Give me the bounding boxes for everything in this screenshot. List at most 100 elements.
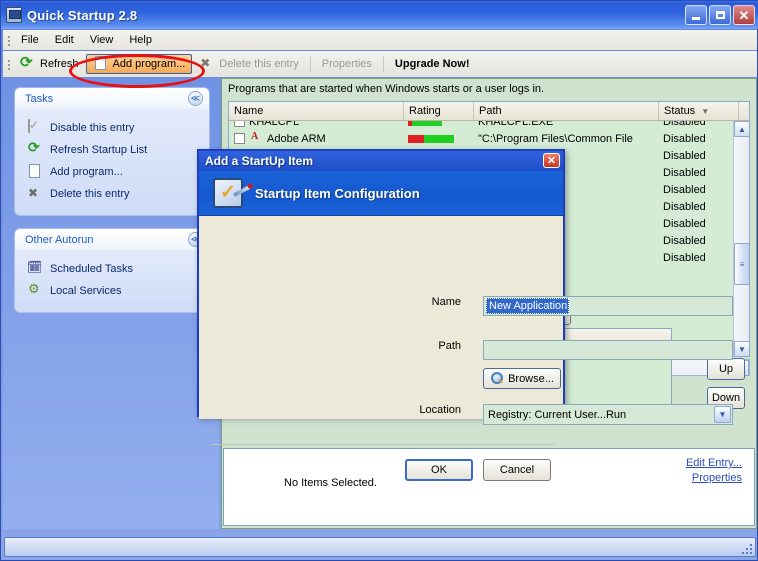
dialog-title: Add a StartUp Item [205, 154, 314, 168]
properties-link[interactable]: Properties [686, 472, 742, 484]
task-item-scheduled-tasks-label: Scheduled Tasks [50, 263, 133, 275]
cell-status: Disabled [663, 251, 706, 264]
menu-drag-grip[interactable] [5, 33, 13, 47]
cell-status: Disabled [663, 166, 706, 179]
column-header-status[interactable]: Status ▼ [659, 102, 739, 120]
task-item-scheduled-tasks[interactable]: Scheduled Tasks [15, 258, 209, 280]
scroll-down-arrow-icon[interactable]: ▼ [734, 341, 749, 357]
task-item-delete-entry[interactable]: Delete this entry [15, 183, 209, 205]
cell-status: Disabled [663, 132, 706, 145]
dialog-titlebar: Add a StartUp Item ✕ [199, 151, 563, 171]
task-item-local-services[interactable]: Local Services [15, 280, 209, 302]
cell-path: "C:\Program Files\Common File [478, 132, 633, 145]
menu-item-file[interactable]: File [13, 32, 47, 48]
row-checkbox[interactable] [234, 133, 245, 144]
cell-status: Disabled [663, 200, 706, 213]
delete-x-icon [27, 186, 43, 202]
menu-item-view[interactable]: View [82, 32, 122, 48]
column-header-rating[interactable]: Rating [404, 102, 474, 120]
table-row[interactable]: Adobe ARM "C:\Program Files\Common File Di… [229, 130, 749, 147]
row-checkbox[interactable] [234, 121, 245, 127]
location-field-label: Location [419, 404, 461, 416]
task-group-tasks-header[interactable]: Tasks ≪ [15, 88, 209, 109]
window-controls: ✕ [685, 5, 755, 25]
resize-grip-icon[interactable] [740, 542, 752, 554]
chevron-up-icon[interactable]: ≪ [188, 91, 203, 106]
cancel-button[interactable]: Cancel [483, 459, 551, 481]
chevron-down-icon[interactable]: ▼ [714, 406, 731, 423]
page-icon [93, 56, 109, 72]
close-icon: ✕ [738, 7, 750, 23]
dialog-banner-title: Startup Item Configuration [255, 185, 420, 201]
add-program-toolbar-button[interactable]: Add program... [85, 54, 193, 74]
refresh-icon [27, 139, 43, 158]
browse-button[interactable]: Browse... [483, 368, 561, 389]
list-header-row: Name Rating Path Status ▼ [229, 102, 749, 121]
column-header-path-label: Path [479, 105, 502, 117]
scroll-up-arrow-icon[interactable]: ▲ [734, 121, 749, 137]
dialog-close-button[interactable]: ✕ [543, 153, 560, 168]
checkbox-icon [27, 119, 43, 136]
list-vertical-scrollbar[interactable]: ▲ ≡ ▼ [733, 121, 749, 357]
maximize-button[interactable] [709, 5, 731, 25]
task-group-other-autorun-header[interactable]: Other Autorun ≪ [15, 229, 209, 250]
task-group-other-autorun: Other Autorun ≪ Scheduled Tasks Local Se… [15, 229, 209, 312]
column-header-rating-label: Rating [409, 105, 441, 117]
menu-bar: File Edit View Help [3, 30, 757, 50]
location-select-value: Registry: Current User...Run [488, 408, 627, 421]
cell-name-label: KHALCPL [249, 121, 300, 128]
location-select[interactable]: Registry: Current User...Run ▼ [483, 404, 733, 425]
properties-toolbar-button[interactable]: Properties [315, 54, 379, 74]
properties-button-label: Properties [321, 58, 372, 70]
toolbar: Refresh Add program... Delete this entry… [3, 51, 757, 77]
window-titlebar: Quick Startup 2.8 ✕ [1, 1, 758, 29]
name-input-value: New Application [486, 298, 570, 314]
close-button[interactable]: ✕ [733, 5, 755, 25]
menu-item-help[interactable]: Help [121, 32, 160, 48]
minimize-icon [692, 16, 700, 20]
toolbar-separator-1 [309, 56, 311, 72]
table-row[interactable]: KHALCPL KHALCPL.EXE Disabled [229, 121, 749, 130]
task-item-add-program[interactable]: Add program... [15, 161, 209, 183]
cell-status: Disabled [663, 234, 706, 247]
task-item-delete-entry-label: Delete this entry [50, 188, 130, 200]
cell-rating [404, 121, 474, 126]
column-header-path[interactable]: Path [474, 102, 659, 120]
menu-item-edit[interactable]: Edit [47, 32, 82, 48]
delete-entry-toolbar-button[interactable]: Delete this entry [192, 54, 305, 74]
task-item-refresh-list[interactable]: Refresh Startup List [15, 139, 209, 161]
toolbar-drag-grip[interactable] [5, 57, 13, 71]
cell-name: KHALCPL [229, 121, 404, 128]
task-pane: Tasks ≪ Disable this entry Refresh Start… [3, 78, 219, 529]
dialog-button-group: OK Cancel [405, 459, 551, 481]
refresh-button-label: Refresh [40, 58, 79, 70]
column-header-name[interactable]: Name [229, 102, 404, 120]
path-input[interactable] [483, 340, 733, 360]
task-group-tasks-body: Disable this entry Refresh Startup List … [15, 109, 209, 215]
ok-button[interactable]: OK [405, 459, 473, 481]
upgrade-now-button[interactable]: Upgrade Now! [388, 54, 477, 74]
task-group-tasks: Tasks ≪ Disable this entry Refresh Start… [15, 88, 209, 215]
task-group-tasks-title: Tasks [25, 92, 54, 105]
minimize-button[interactable] [685, 5, 707, 25]
refresh-button[interactable]: Refresh [13, 53, 86, 74]
vertical-scroll-thumb[interactable]: ≡ [734, 243, 749, 285]
add-program-button-label: Add program... [112, 58, 186, 70]
startup-config-icon [213, 178, 251, 208]
path-field-label: Path [438, 340, 461, 352]
delete-x-icon [199, 56, 215, 72]
adobe-icon [249, 132, 263, 146]
task-item-disable-entry[interactable]: Disable this entry [15, 117, 209, 139]
cell-status: Disabled [663, 217, 706, 230]
name-input[interactable]: New Application [483, 296, 733, 316]
rating-bar [408, 121, 442, 126]
edit-entry-link[interactable]: Edit Entry... [686, 457, 742, 469]
sort-descending-icon: ▼ [701, 106, 710, 116]
move-up-button[interactable]: Up [707, 358, 745, 380]
cell-name-label: Adobe ARM [267, 132, 326, 145]
upgrade-button-label: Upgrade Now! [394, 58, 470, 70]
cell-status: Disabled [663, 183, 706, 196]
task-group-other-autorun-title: Other Autorun [25, 233, 94, 246]
task-group-other-autorun-body: Scheduled Tasks Local Services [15, 250, 209, 312]
dialog-body: Name New Application Path Browse... Loca… [199, 216, 733, 481]
